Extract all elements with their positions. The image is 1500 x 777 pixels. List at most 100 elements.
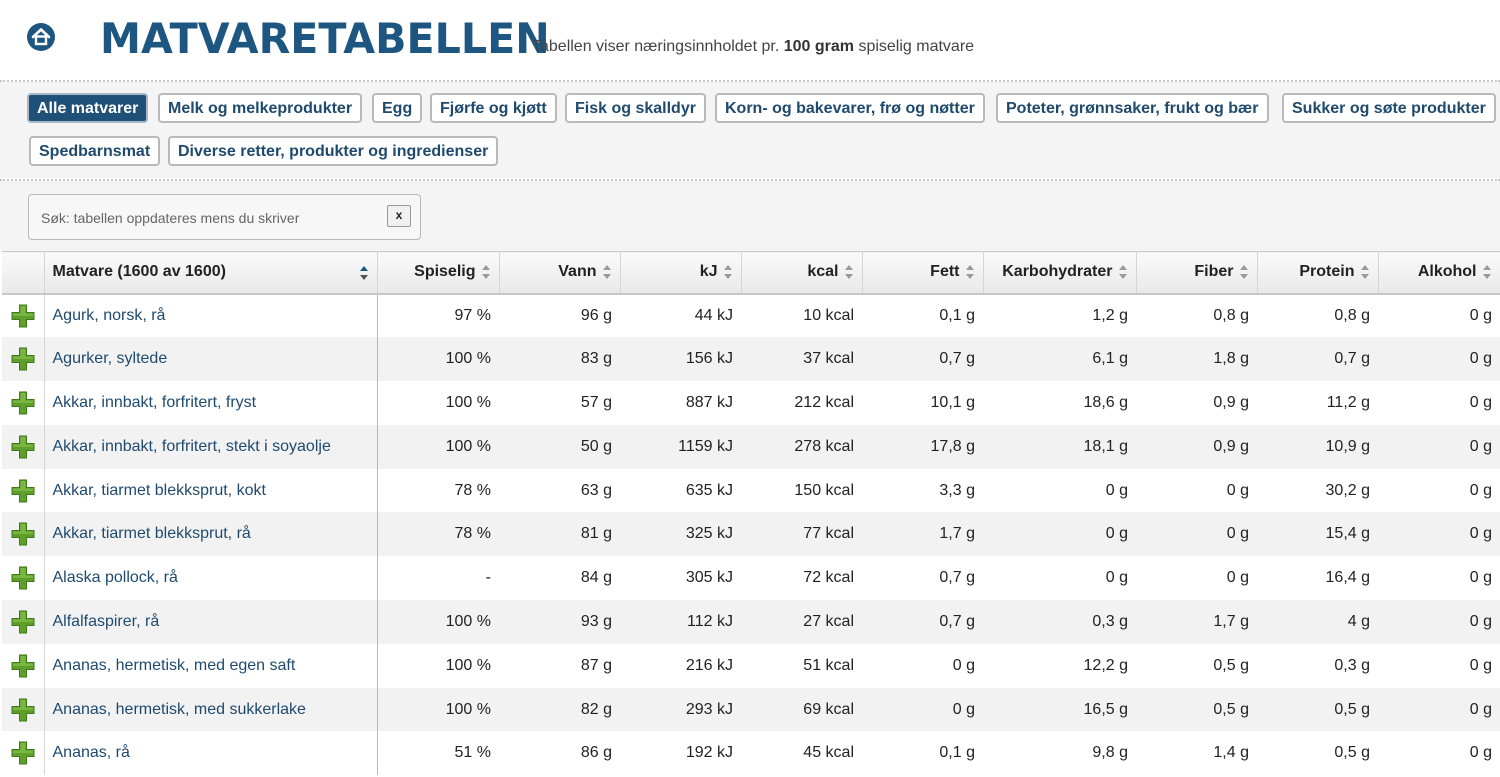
category-spedbarnsmat[interactable]: Spedbarnsmat [29, 136, 161, 166]
sort-arrows-icon [602, 265, 612, 280]
plus-icon[interactable] [10, 303, 36, 329]
cell-kcal: 10 kcal [803, 306, 854, 324]
cell-fett: 0 g [952, 700, 975, 718]
column-header-vann[interactable]: Vann [499, 251, 621, 295]
table-row: Akkar, tiarmet blekksprut, kokt 78 % 63 g 6… [2, 468, 1500, 513]
cell-spiselig: 100 % [445, 393, 491, 411]
plus-icon[interactable] [10, 565, 36, 591]
cell-fiber: 0,8 g [1213, 306, 1249, 324]
category-fjorfe[interactable]: Fjørfe og kjøtt [430, 93, 557, 123]
cell-matvare[interactable]: Agurk, norsk, rå [44, 293, 378, 338]
cell-matvare[interactable]: Ananas, hermetisk, med egen saft [44, 643, 378, 688]
plus-icon[interactable] [10, 478, 36, 504]
cell-matvare[interactable]: Akkar, tiarmet blekksprut, rå [44, 512, 378, 557]
table-row: Akkar, innbakt, forfritert, fryst 100 % 57… [2, 381, 1500, 425]
column-header-karbohydrater[interactable]: Karbohydrater [983, 251, 1137, 295]
food-table: Matvare (1600 av 1600) Spiselig Vann kJ … [2, 251, 1500, 776]
column-header-protein[interactable]: Protein [1257, 251, 1379, 295]
table-row: Alfalfaspirer, rå 100 % 93 g 112 kJ 27 kcal 0… [2, 600, 1500, 644]
cell-kj: 293 kJ [685, 700, 733, 718]
cell-matvare[interactable]: Akkar, innbakt, forfritert, fryst [44, 381, 378, 425]
category-fisk[interactable]: Fisk og skalldyr [565, 93, 706, 123]
cell-protein: 4 g [1347, 612, 1370, 630]
column-header-alkohol[interactable]: Alkohol [1378, 251, 1500, 295]
cell-spiselig: 100 % [445, 350, 491, 368]
category-poteter[interactable]: Poteter, grønnsaker, frukt og bær [996, 93, 1269, 123]
cell-kcal: 212 kcal [794, 393, 854, 411]
column-header-kj[interactable]: kJ [620, 251, 742, 295]
cell-matvare[interactable]: Agurker, syltede [44, 337, 378, 382]
cell-alkohol: 0 g [1469, 744, 1492, 762]
cell-protein: 0,5 g [1334, 744, 1370, 762]
cell-kcal: 45 kcal [803, 744, 854, 762]
cell-matvare[interactable]: Ananas, hermetisk, med sukkerlake [44, 687, 378, 732]
cell-kj: 216 kJ [685, 656, 733, 674]
category-alle-matvarer[interactable]: Alle matvarer [27, 93, 149, 123]
column-header-matvare[interactable]: Matvare (1600 av 1600) [44, 251, 378, 295]
cell-fett: 0,1 g [939, 744, 975, 762]
column-header-spiselig[interactable]: Spiselig [377, 251, 500, 295]
cell-spiselig: 100 % [445, 437, 491, 455]
logo[interactable]: MATVARETABELLEN [100, 14, 550, 64]
cell-matvare[interactable]: Akkar, innbakt, forfritert, stekt i soya… [44, 424, 378, 469]
column-header-label: kcal [807, 263, 839, 281]
cell-protein: 30,2 g [1325, 481, 1370, 499]
column-header-kcal[interactable]: kcal [741, 251, 863, 295]
search-input[interactable] [39, 203, 383, 233]
clear-search-button[interactable]: x [387, 205, 411, 227]
cell-kj: 192 kJ [685, 744, 733, 762]
cell-fiber: 1,8 g [1213, 350, 1249, 368]
cell-fett: 0 g [952, 656, 975, 674]
cell-fiber: 0,9 g [1213, 393, 1249, 411]
plus-icon[interactable] [10, 434, 36, 460]
category-melk[interactable]: Melk og melkeprodukter [158, 93, 363, 123]
sort-arrows-icon [844, 265, 854, 280]
cell-matvare[interactable]: Akkar, tiarmet blekksprut, kokt [44, 468, 378, 513]
cell-protein: 16,4 g [1325, 569, 1370, 587]
plus-icon[interactable] [10, 609, 36, 635]
cell-alkohol: 0 g [1469, 350, 1492, 368]
sort-arrows-icon [359, 266, 369, 281]
cell-matvare[interactable]: Alfalfaspirer, rå [44, 600, 378, 644]
add-cell [2, 381, 45, 425]
plus-icon[interactable] [10, 346, 36, 372]
cell-vann: 84 g [580, 569, 612, 587]
plus-icon[interactable] [10, 653, 36, 679]
category-korn[interactable]: Korn- og bakevarer, frø og nøtter [715, 93, 985, 123]
cell-vann: 86 g [580, 744, 612, 762]
plus-icon[interactable] [10, 740, 36, 766]
table-row: Agurk, norsk, rå 97 % 96 g 44 kJ 10 kcal 0,1 … [2, 293, 1500, 338]
category-bar: Alle matvarer Melk og melkeprodukter Egg… [0, 82, 1500, 178]
cell-fett: 0,7 g [939, 569, 975, 587]
plus-icon[interactable] [10, 521, 36, 547]
plus-icon[interactable] [10, 697, 36, 723]
cell-kcal: 69 kcal [803, 700, 854, 718]
cell-protein: 0,3 g [1334, 656, 1370, 674]
column-header-fiber[interactable]: Fiber [1136, 251, 1258, 295]
cell-kj: 112 kJ [687, 612, 733, 630]
sort-arrows-icon [1239, 265, 1249, 280]
home-icon[interactable] [26, 22, 56, 52]
cell-matvare[interactable]: Ananas, rå [44, 731, 378, 776]
cell-karbohydrater: 0 g [1105, 481, 1128, 499]
cell-alkohol: 0 g [1469, 612, 1492, 630]
category-sukker[interactable]: Sukker og søte produkter [1282, 93, 1496, 123]
cell-protein: 10,9 g [1325, 437, 1370, 455]
cell-spiselig: 97 % [454, 306, 491, 324]
cell-karbohydrater: 1,2 g [1092, 306, 1128, 324]
add-column-header [2, 251, 45, 295]
tagline-pre: Tabellen viser næringsinnholdet pr. [532, 38, 780, 55]
cell-fiber: 0 g [1226, 525, 1249, 543]
cell-matvare[interactable]: Alaska pollock, rå [44, 556, 378, 601]
table-row: Akkar, tiarmet blekksprut, rå 78 % 81 g 325… [2, 512, 1500, 557]
category-egg[interactable]: Egg [372, 93, 423, 123]
plus-icon[interactable] [10, 390, 36, 416]
category-diverse[interactable]: Diverse retter, produkter og ingrediense… [168, 136, 499, 166]
tagline-bold: 100 gram [783, 38, 854, 55]
add-cell [2, 468, 45, 513]
cell-spiselig: 51 % [454, 744, 491, 762]
column-header-label: Alkohol [1417, 263, 1477, 281]
column-header-fett[interactable]: Fett [862, 251, 984, 295]
cell-fiber: 0 g [1226, 569, 1249, 587]
sort-arrows-icon [1118, 265, 1128, 280]
